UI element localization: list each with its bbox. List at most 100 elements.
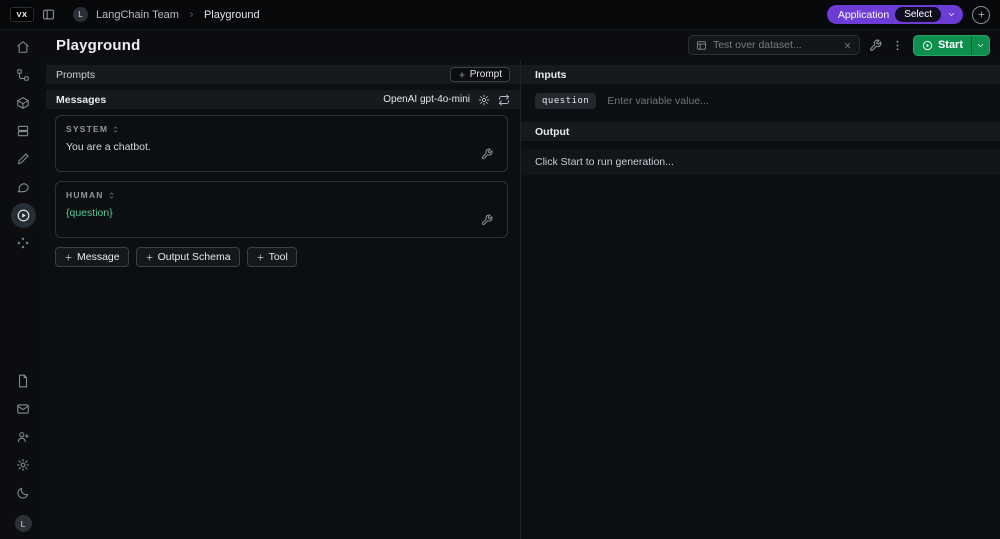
plus-icon — [978, 11, 984, 18]
play-icon — [17, 209, 29, 221]
model-controls: OpenAI gpt-4o-mini — [383, 94, 510, 106]
sidebar-item-annotation-queues[interactable] — [9, 173, 37, 201]
user-plus-icon — [17, 432, 29, 443]
moon-icon — [17, 487, 29, 499]
page-header: Playground Start — [46, 30, 1000, 60]
gear-icon — [478, 94, 490, 105]
add-prompt-button[interactable]: Prompt — [449, 67, 510, 82]
chevron-down-icon — [948, 13, 955, 16]
sidebar-item-workflows[interactable] — [9, 61, 37, 89]
model-label[interactable]: OpenAI gpt-4o-mini — [383, 94, 470, 105]
application-select-button[interactable]: Select — [895, 7, 941, 22]
box-icon — [17, 97, 29, 109]
more-options-button[interactable] — [891, 39, 904, 52]
unfold-icon — [113, 126, 118, 132]
application-label: Application — [837, 8, 890, 21]
playground-settings-button[interactable] — [869, 39, 882, 52]
sidebar-item-datasets[interactable] — [9, 117, 37, 145]
sidebar-item-invite-members[interactable] — [9, 423, 37, 451]
langsmith-logo[interactable]: VX — [10, 7, 34, 22]
start-button-group: Start — [912, 34, 990, 56]
breadcrumb-team[interactable]: LangChain Team — [96, 9, 179, 21]
output-placeholder-row: Click Start to run generation... — [521, 149, 1000, 175]
output-header: Output — [535, 125, 570, 138]
application-selector[interactable]: Application Select — [826, 5, 963, 24]
add-tool-button[interactable]: Tool — [246, 247, 297, 267]
play-circle-icon — [922, 40, 933, 50]
role-row: SYSTEM — [66, 124, 497, 134]
sidebar-item-feedback[interactable] — [9, 395, 37, 423]
system-message-content[interactable]: You are a chatbot. — [66, 141, 497, 153]
sidebar-item-deployments[interactable] — [9, 229, 37, 257]
output-header-bar: Output — [521, 122, 1000, 141]
header-actions: Start — [687, 34, 990, 56]
nodes-icon — [17, 237, 29, 249]
message-tools-button[interactable] — [481, 214, 493, 226]
sidebar-item-theme-toggle[interactable] — [9, 479, 37, 507]
unfold-icon — [109, 192, 113, 198]
dataset-input[interactable] — [712, 39, 837, 51]
inputs-header-bar: Inputs — [521, 65, 1000, 84]
gear-icon — [16, 458, 30, 472]
sidebar-item-projects[interactable] — [9, 89, 37, 117]
close-icon[interactable] — [843, 41, 852, 50]
panels: Prompts Prompt Messages OpenAI gpt-4o-mi… — [46, 60, 1000, 539]
variable-name-chip: question — [535, 93, 597, 109]
plus-icon — [458, 71, 466, 79]
breadcrumb-page[interactable]: Playground — [204, 9, 260, 21]
sidebar-toggle-icon[interactable] — [42, 8, 55, 21]
user-avatar[interactable]: L — [14, 515, 32, 532]
system-message-card[interactable]: SYSTEM You are a chatbot. — [55, 115, 508, 172]
model-swap-button[interactable] — [498, 94, 510, 106]
logo-text: VX — [16, 10, 28, 19]
add-tool-label: Tool — [268, 251, 288, 263]
home-icon — [17, 41, 29, 53]
prompts-panel: Prompts Prompt Messages OpenAI gpt-4o-mi… — [46, 60, 521, 539]
document-icon — [18, 374, 28, 388]
add-message-button[interactable]: Message — [55, 247, 129, 267]
add-button[interactable] — [972, 5, 990, 24]
wrench-icon — [482, 214, 493, 225]
sidebar-item-prompts[interactable] — [9, 145, 37, 173]
test-over-dataset-field[interactable] — [687, 35, 860, 55]
workflow-icon — [17, 69, 29, 81]
add-output-schema-button[interactable]: Output Schema — [135, 247, 240, 267]
role-selector-button[interactable] — [107, 191, 116, 200]
messages-header: Messages — [56, 93, 107, 106]
add-prompt-label: Prompt — [469, 69, 502, 80]
sidebar-item-settings[interactable] — [9, 451, 37, 479]
sidebar-item-playground[interactable] — [10, 202, 36, 228]
prompts-header: Prompts — [56, 68, 96, 81]
variable-value-input[interactable] — [607, 95, 986, 107]
layers-icon — [17, 125, 29, 137]
human-message-content[interactable]: {question} — [66, 207, 497, 219]
team-avatar[interactable]: L — [73, 7, 88, 22]
add-output-schema-label: Output Schema — [157, 251, 231, 263]
plus-icon — [64, 253, 73, 262]
role-label: HUMAN — [66, 190, 104, 200]
kebab-icon — [896, 40, 899, 50]
add-message-label: Message — [77, 251, 120, 263]
sidebar: L — [0, 30, 46, 539]
sidebar-item-docs[interactable] — [9, 367, 37, 395]
sidebar-item-home[interactable] — [9, 33, 37, 61]
role-selector-button[interactable] — [111, 125, 120, 134]
messages-header-bar: Messages OpenAI gpt-4o-mini — [46, 90, 520, 109]
team-avatar-initial: L — [78, 10, 83, 19]
chat-icon — [17, 183, 29, 193]
topbar: VX L LangChain Team Playground Applicati… — [0, 0, 1000, 30]
start-options-button[interactable] — [972, 36, 989, 55]
pencil-icon — [17, 153, 29, 165]
topbar-right: Application Select — [826, 5, 990, 24]
plus-icon — [145, 253, 154, 262]
model-settings-button[interactable] — [478, 94, 490, 106]
message-cards: SYSTEM You are a chatbot. HUMAN {questio… — [46, 109, 520, 238]
message-tools-button[interactable] — [481, 148, 493, 160]
plus-icon — [256, 253, 265, 262]
page-title: Playground — [56, 36, 141, 54]
start-button[interactable]: Start — [914, 36, 971, 55]
chevron-right-icon — [187, 10, 196, 19]
role-label: SYSTEM — [66, 124, 109, 134]
role-row: HUMAN — [66, 190, 497, 200]
human-message-card[interactable]: HUMAN {question} — [55, 181, 508, 238]
